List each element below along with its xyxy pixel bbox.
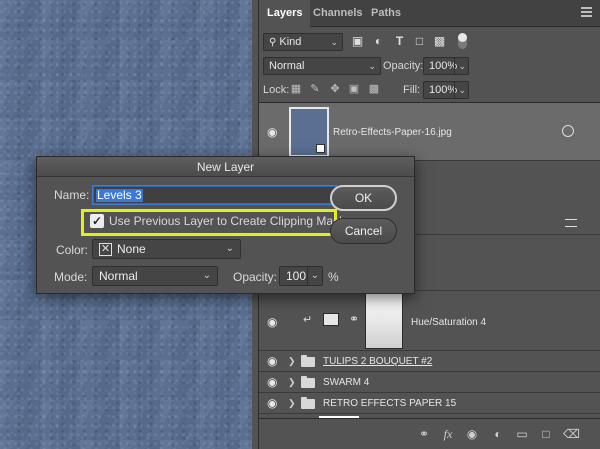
layer-thumbnail xyxy=(289,107,329,157)
chevron-right-icon[interactable]: ❯ xyxy=(288,356,296,367)
mode-select[interactable]: Normal ⌄ xyxy=(92,266,218,286)
folder-icon xyxy=(301,355,315,367)
filter-toggle-switch[interactable] xyxy=(458,33,467,49)
folder-icon xyxy=(301,397,315,409)
lock-all-icon[interactable]: ▩ xyxy=(368,83,380,95)
dialog-title: New Layer xyxy=(37,157,414,177)
layer-group-row[interactable]: ◉ ❯ RETRO EFFECTS PAPER 15 xyxy=(259,393,600,414)
new-layer-dialog: New Layer Name: Levels 3 ✓ Use Previous … xyxy=(36,156,415,294)
mode-value: Normal xyxy=(99,269,138,283)
layers-bottom-bar: ⚭ fx ◉ ◐ ▭ □ ⌫ xyxy=(259,418,600,449)
fill-field[interactable]: 100% ⌄ xyxy=(423,81,469,99)
lock-artboard-icon[interactable]: ▣ xyxy=(348,83,360,95)
clipping-mask-label: Use Previous Layer to Create Clipping Ma… xyxy=(109,214,346,228)
eye-icon[interactable]: ◉ xyxy=(267,355,281,367)
color-label: Color: xyxy=(56,243,89,257)
eye-icon[interactable]: ◉ xyxy=(267,397,281,409)
new-layer-icon[interactable]: □ xyxy=(539,428,553,441)
chevron-down-icon: ⌄ xyxy=(202,270,211,281)
blend-mode-select[interactable]: Normal ⌄ xyxy=(263,57,381,75)
folder-icon xyxy=(301,376,315,388)
shape-filter-icon[interactable]: □ xyxy=(413,35,426,48)
mode-label: Mode: xyxy=(54,270,88,284)
tab-layers[interactable]: Layers xyxy=(259,0,311,27)
cancel-button[interactable]: Cancel xyxy=(330,218,397,244)
smart-object-filter-icon[interactable]: ▩ xyxy=(433,35,446,48)
lock-transparent-pixels-icon[interactable]: ▦ xyxy=(290,83,302,95)
hue-saturation-adjustment-icon xyxy=(323,313,339,326)
folder-icon[interactable]: ▭ xyxy=(515,428,529,441)
fx-label: fx xyxy=(443,427,453,441)
filter-toggle-knob xyxy=(458,33,467,42)
layer-name-value: Levels 3 xyxy=(96,188,143,202)
search-icon: ⚲ xyxy=(269,37,277,48)
color-value: None xyxy=(117,242,146,256)
fill-value: 100% xyxy=(429,84,458,96)
chevron-down-icon: ⌄ xyxy=(330,37,338,47)
ok-button[interactable]: OK xyxy=(330,185,397,211)
chevron-right-icon[interactable]: ❯ xyxy=(288,398,296,409)
opacity-label: Opacity: xyxy=(383,60,424,72)
layer-row[interactable]: ◉ Retro-Effects-Paper-16.jpg xyxy=(259,103,600,161)
layer-name: Retro-Effects-Paper-16.jpg xyxy=(333,127,452,138)
fill-chevron-icon[interactable]: ⌄ xyxy=(454,82,469,98)
opacity-chevron-icon[interactable]: ⌄ xyxy=(306,267,322,285)
layer-name: TULIPS 2 BOUQUET #2 xyxy=(323,356,433,367)
eye-icon[interactable]: ◉ xyxy=(267,376,281,388)
layer-name: RETRO EFFECTS PAPER 15 xyxy=(323,398,457,409)
chevron-down-icon: ⌄ xyxy=(225,243,234,254)
pixel-filter-icon[interactable]: ▣ xyxy=(351,35,364,48)
filter-options-icon[interactable] xyxy=(565,219,577,227)
layer-group-row[interactable]: ◉ ❯ TULIPS 2 BOUQUET #2 xyxy=(259,351,600,372)
fx-icon[interactable]: fx xyxy=(441,428,455,441)
layer-mask-thumbnail xyxy=(365,293,403,349)
dialog-opacity-label: Opacity: xyxy=(233,270,278,284)
adjustment-icon[interactable]: ◐ xyxy=(491,428,505,441)
mask-icon[interactable]: ◉ xyxy=(465,428,479,441)
opacity-value: 100% xyxy=(429,60,458,72)
lock-image-pixels-icon[interactable]: ✎ xyxy=(309,83,321,95)
opacity-unit: % xyxy=(328,270,339,284)
color-select[interactable]: ✕ None ⌄ xyxy=(92,239,241,259)
adjustment-filter-icon[interactable]: ◐ xyxy=(372,35,385,48)
no-color-icon: ✕ xyxy=(99,243,112,256)
clipping-mask-checkbox[interactable]: ✓ xyxy=(90,214,104,228)
layer-name: Hue/Saturation 4 xyxy=(411,317,487,328)
layer-name: SWARM 4 xyxy=(323,377,370,388)
panel-tabs: Layers Channels Paths xyxy=(259,0,600,27)
smart-object-icon xyxy=(562,125,574,137)
chevron-down-icon: ⌄ xyxy=(368,61,376,71)
eye-icon[interactable]: ◉ xyxy=(267,126,281,138)
layer-row[interactable]: ◉ ↵ ⚭ Hue/Saturation 4 xyxy=(259,291,600,351)
opacity-field[interactable]: 100% ⌄ xyxy=(423,57,469,75)
eye-icon[interactable]: ◉ xyxy=(267,316,281,328)
filter-kind-select[interactable]: ⚲ Kind ⌄ xyxy=(263,33,343,51)
clipping-arrow-icon: ↵ xyxy=(303,314,313,326)
fill-label: Fill: xyxy=(403,84,421,96)
opacity-chevron-icon[interactable]: ⌄ xyxy=(454,58,469,74)
layer-group-row[interactable]: ◉ ❯ SWARM 4 xyxy=(259,372,600,393)
link-icon[interactable]: ⚭ xyxy=(349,312,359,326)
type-filter-icon[interactable]: T xyxy=(393,35,406,48)
link-icon[interactable]: ⚭ xyxy=(417,428,431,441)
tab-paths[interactable]: Paths xyxy=(363,0,409,27)
blend-mode-value: Normal xyxy=(269,60,305,72)
tab-channels[interactable]: Channels xyxy=(305,0,371,27)
dialog-opacity-value: 100 xyxy=(286,269,307,283)
trash-icon[interactable]: ⌫ xyxy=(563,428,580,441)
lock-label: Lock: xyxy=(263,84,290,96)
chevron-right-icon[interactable]: ❯ xyxy=(288,377,296,388)
name-label: Name: xyxy=(54,188,90,202)
smart-object-badge-icon xyxy=(316,144,325,153)
lock-position-icon[interactable]: ✥ xyxy=(329,83,341,95)
filter-kind-label: Kind xyxy=(279,36,302,48)
layer-name-input[interactable]: Levels 3 xyxy=(92,185,337,205)
panel-menu-icon[interactable] xyxy=(581,7,592,17)
dialog-opacity-field[interactable]: 100 ⌄ xyxy=(279,266,323,286)
